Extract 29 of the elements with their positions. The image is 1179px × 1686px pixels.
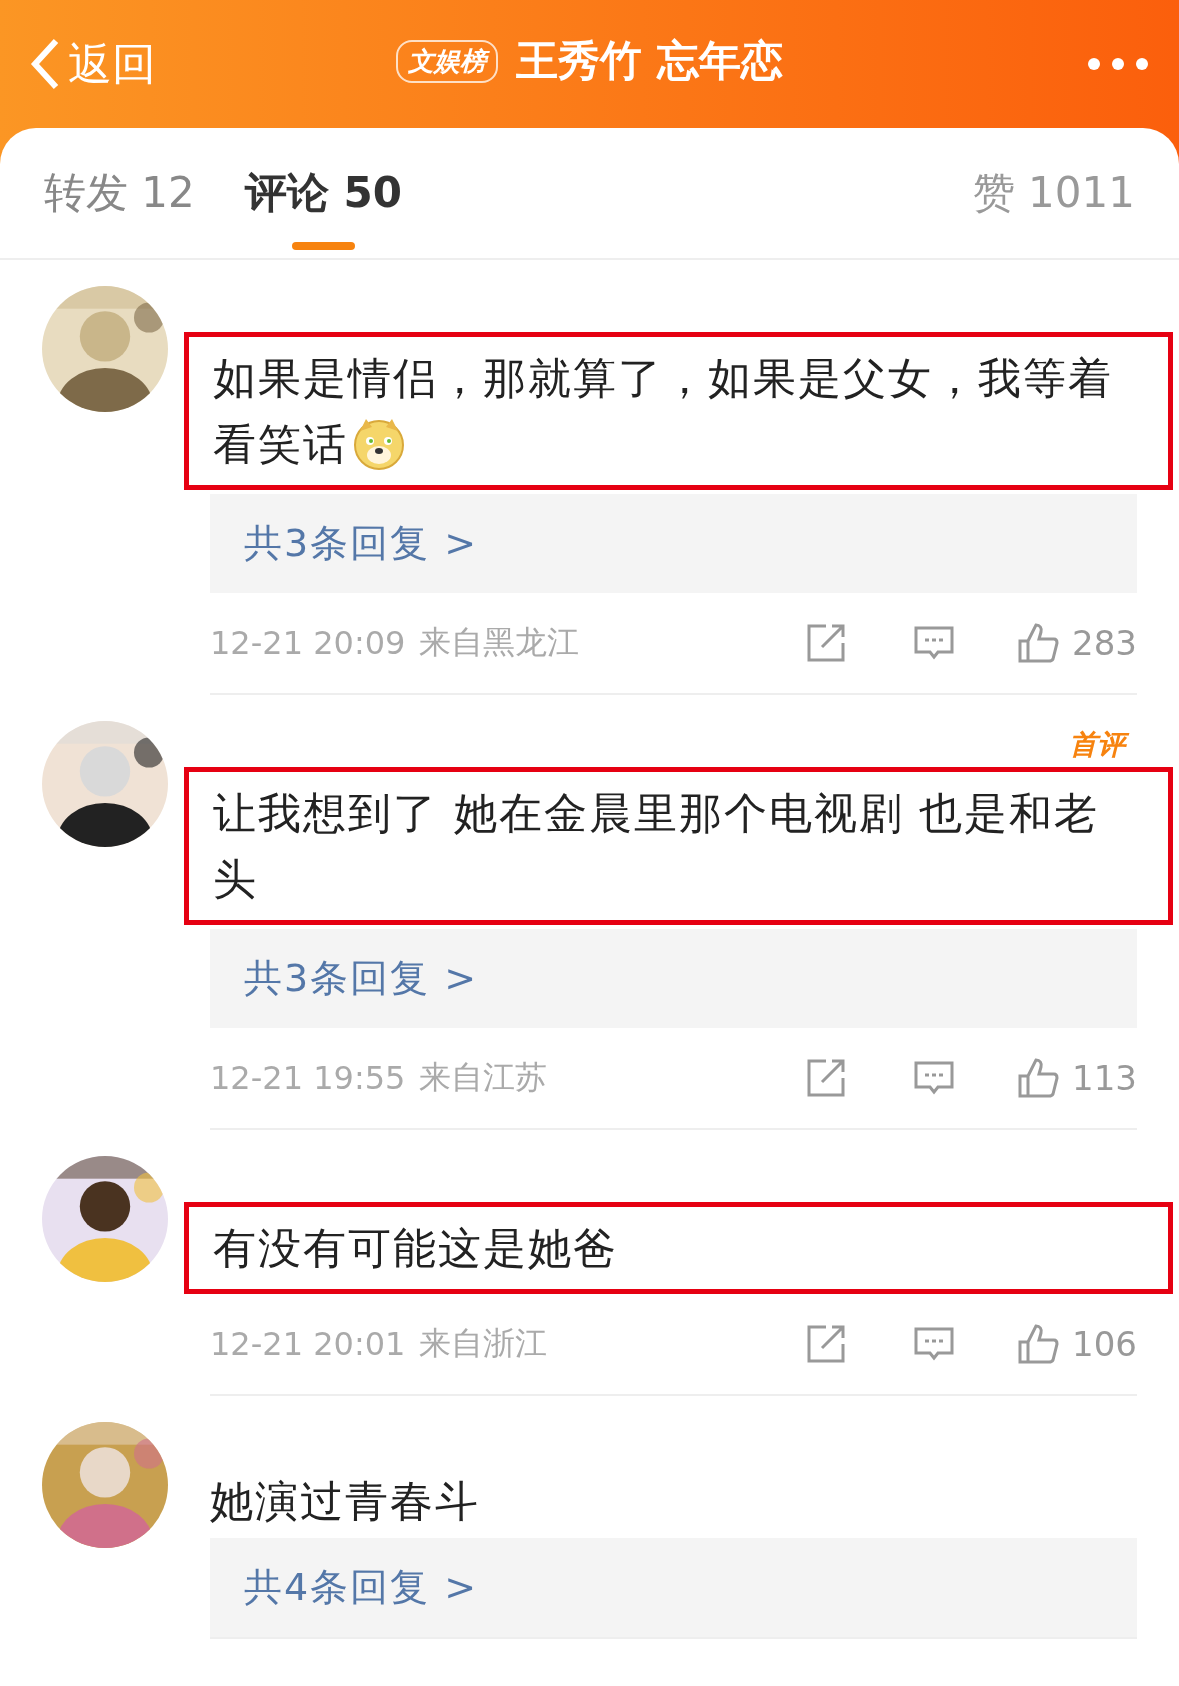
thumbs-up-icon[interactable] [1016,621,1061,665]
chevron-left-icon [30,38,60,90]
comment-location: 来自黑龙江 [419,622,580,663]
page-title: 王秀竹 忘年恋 [516,35,783,87]
first-comment-label: 首评 [1063,725,1131,765]
more-icon [1087,57,1149,71]
like-button[interactable]: 106 [1016,1322,1137,1366]
dog-emoji-icon [352,417,406,471]
ranking-badge: 文娱榜 [396,39,499,83]
replies-link[interactable]: 共4条回复 > [210,1538,1137,1637]
comment-time: 12-21 20:09 [210,624,406,662]
tab[interactable]: 评论 50 [244,128,402,258]
back-button[interactable]: 返回 [30,34,210,94]
replies-link[interactable]: 共3条回复 > [210,494,1137,593]
comment-text: 如果是情侣，那就算了，如果是父女，我等着看笑话 [184,332,1173,490]
like-button[interactable]: 283 [1016,621,1137,665]
comment-location: 来自浙江 [419,1323,548,1364]
comment-time: 12-21 20:01 [210,1325,406,1363]
comment-time: 12-21 19:55 [210,1059,406,1097]
comment-location: 来自江苏 [419,1057,548,1098]
thumbs-up-icon[interactable] [1016,1056,1061,1100]
replies-link[interactable]: 共3条回复 > [210,929,1137,1028]
like-button[interactable]: 113 [1016,1056,1137,1100]
tab[interactable]: 转发 12 [44,128,195,258]
comment-text: 她演过青春斗 [210,1475,481,1528]
likes-tab[interactable]: 赞 1011 [972,165,1135,221]
thumbs-up-icon[interactable] [1016,1322,1061,1366]
comment-text: 有没有可能这是她爸 [184,1202,1173,1294]
comment-text: 让我想到了 她在金晨里那个电视剧 也是和老头 [184,767,1173,925]
